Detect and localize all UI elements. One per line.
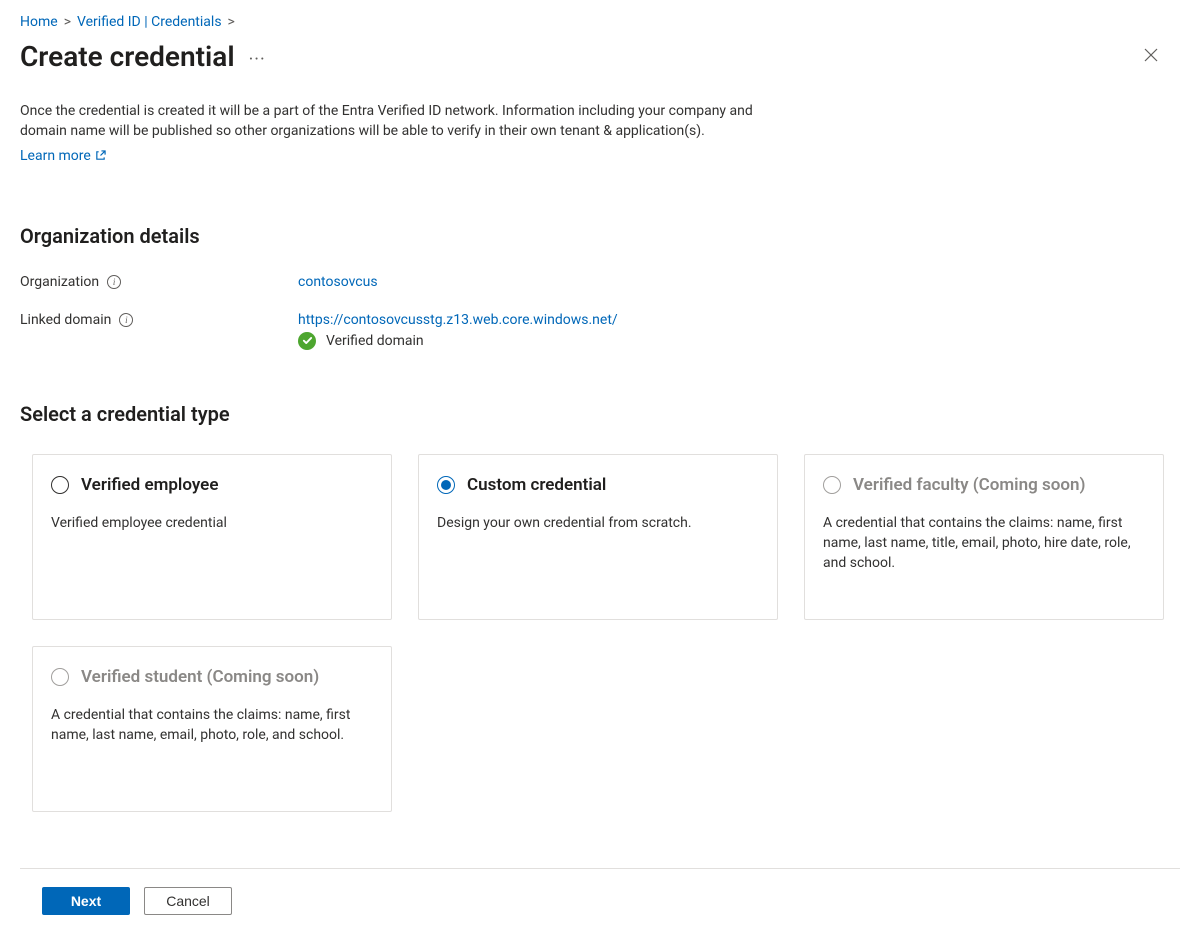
credential-card-grid: Verified employee Verified employee cred… — [20, 454, 1180, 852]
info-icon[interactable]: i — [119, 313, 133, 327]
linked-domain-value-link[interactable]: https://contosovcusstg.z13.web.core.wind… — [298, 312, 618, 328]
title-row: Create credential ··· — [20, 40, 1180, 73]
card-verified-student: Verified student (Coming soon) A credent… — [32, 646, 392, 812]
organization-value-link[interactable]: contosovcus — [298, 274, 378, 290]
card-custom-credential[interactable]: Custom credential Design your own creden… — [418, 454, 778, 620]
info-icon[interactable]: i — [107, 275, 121, 289]
select-credential-heading: Select a credential type — [20, 402, 1180, 426]
card-title: Verified employee — [81, 475, 218, 495]
linked-domain-row: Linked domain i https://contosovcusstg.z… — [20, 312, 1180, 350]
page-title: Create credential — [20, 40, 235, 73]
card-title: Custom credential — [467, 475, 606, 495]
linked-domain-label: Linked domain — [20, 312, 111, 328]
radio-verified-faculty — [823, 476, 841, 494]
card-title: Verified faculty (Coming soon) — [853, 475, 1085, 495]
card-desc: Design your own credential from scratch. — [437, 513, 759, 533]
chevron-right-icon: > — [64, 14, 71, 30]
footer-actions: Next Cancel — [20, 868, 1180, 915]
chevron-right-icon: > — [228, 14, 235, 30]
radio-custom-credential[interactable] — [437, 476, 455, 494]
next-button[interactable]: Next — [42, 887, 130, 915]
organization-row: Organization i contosovcus — [20, 274, 1180, 290]
card-verified-employee[interactable]: Verified employee Verified employee cred… — [32, 454, 392, 620]
more-actions-button[interactable]: ··· — [249, 45, 266, 69]
breadcrumb: Home > Verified ID | Credentials > — [20, 14, 1180, 30]
learn-more-link[interactable]: Learn more — [20, 148, 106, 164]
radio-verified-student — [51, 668, 69, 686]
card-title: Verified student (Coming soon) — [81, 667, 319, 687]
cancel-button[interactable]: Cancel — [144, 887, 232, 915]
breadcrumb-home[interactable]: Home — [20, 14, 58, 30]
radio-verified-employee[interactable] — [51, 476, 69, 494]
card-verified-faculty: Verified faculty (Coming soon) A credent… — [804, 454, 1164, 620]
verified-check-icon — [298, 332, 316, 350]
card-desc: A credential that contains the claims: n… — [823, 513, 1145, 574]
close-button[interactable] — [1136, 42, 1166, 71]
org-details-heading: Organization details — [20, 224, 1180, 248]
close-icon — [1144, 48, 1158, 62]
external-link-icon — [95, 150, 106, 161]
organization-label: Organization — [20, 274, 99, 290]
card-desc: A credential that contains the claims: n… — [51, 705, 373, 746]
card-desc: Verified employee credential — [51, 513, 373, 533]
intro-text: Once the credential is created it will b… — [20, 101, 800, 142]
learn-more-label: Learn more — [20, 148, 91, 164]
breadcrumb-verified-id[interactable]: Verified ID | Credentials — [77, 14, 222, 30]
verified-domain-text: Verified domain — [326, 333, 424, 349]
